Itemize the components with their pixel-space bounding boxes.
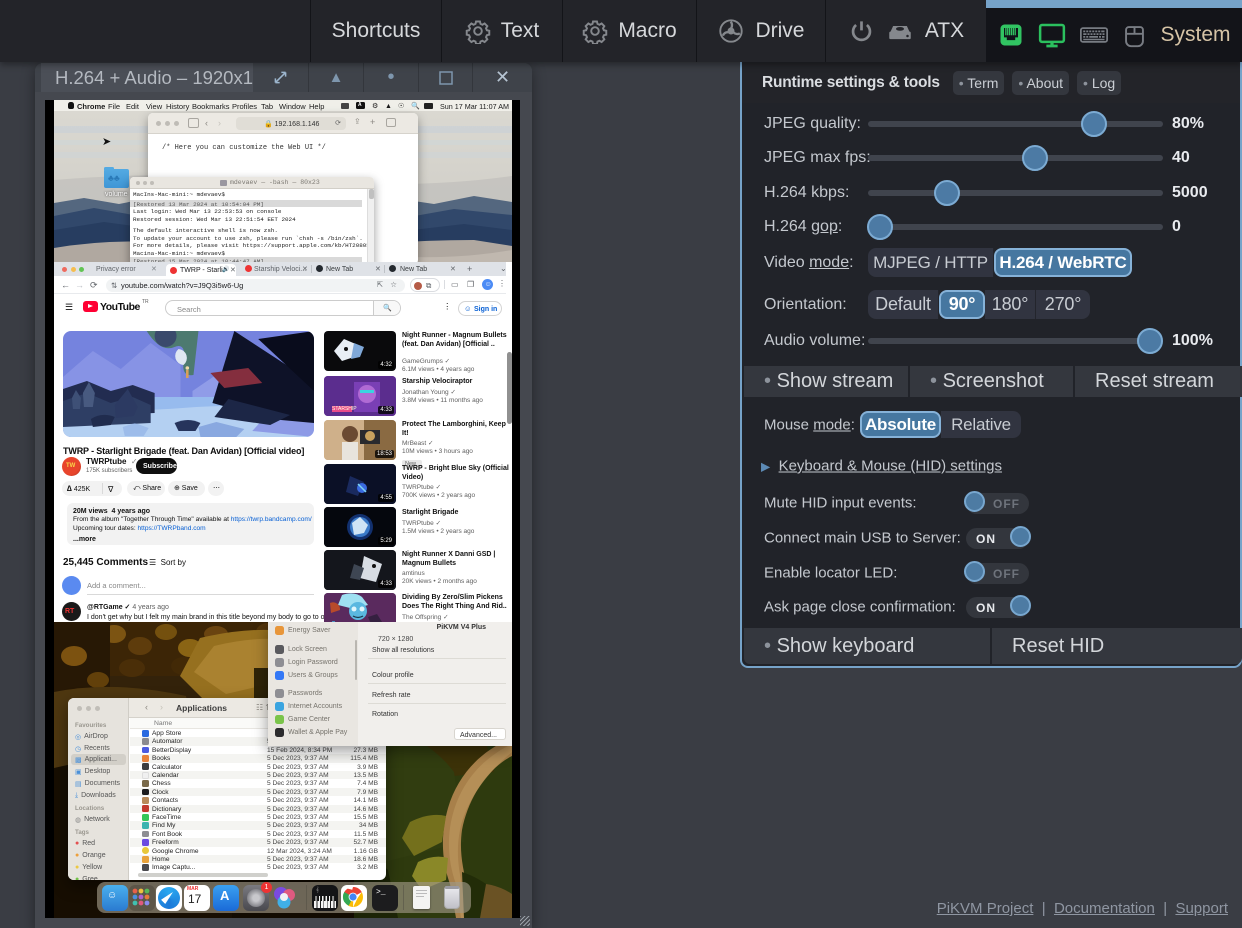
svg-text:STARSHIP: STARSHIP xyxy=(332,406,357,412)
